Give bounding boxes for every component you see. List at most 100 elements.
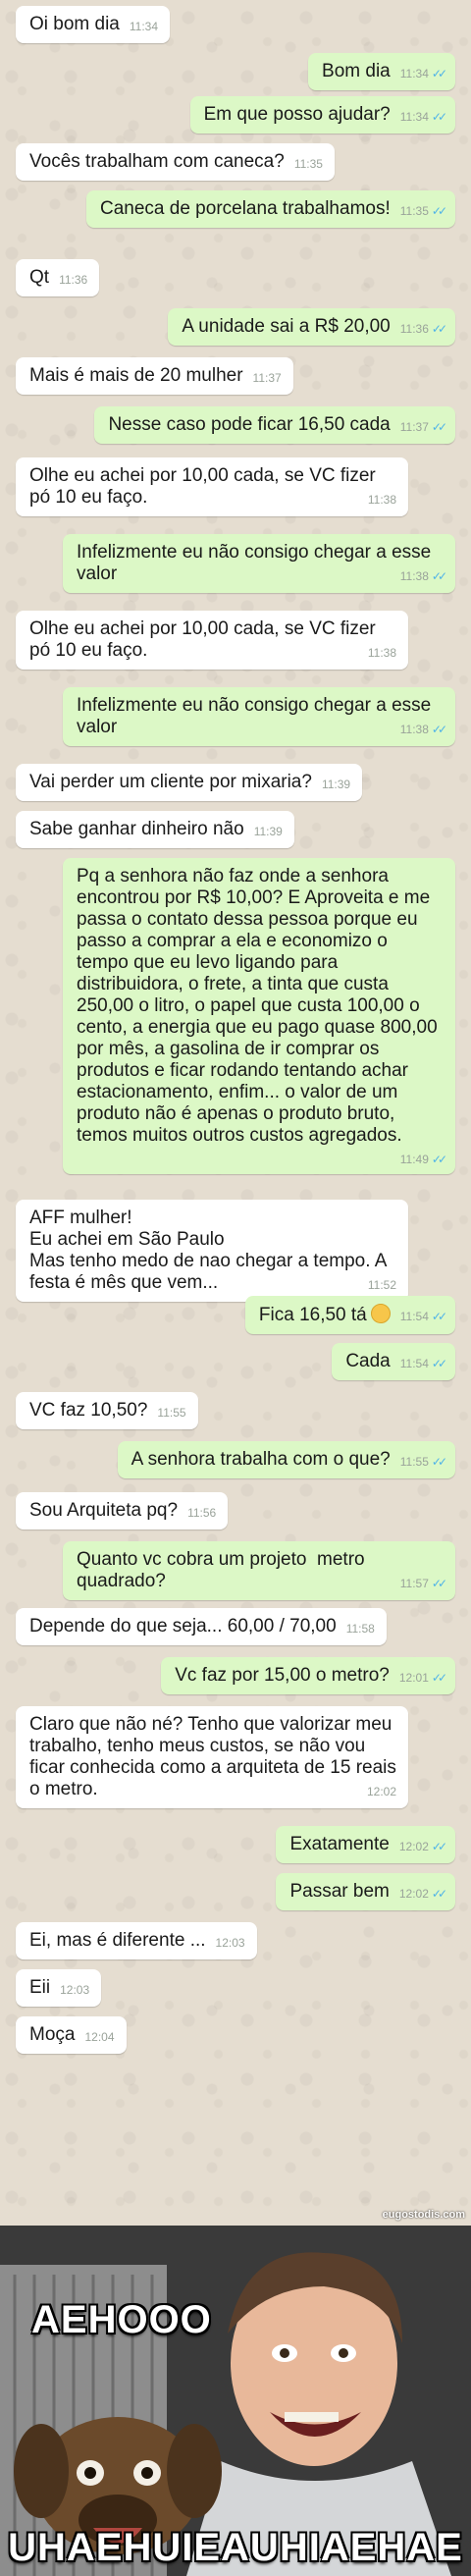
incoming-bubble[interactable]: Vai perder um cliente por mixaria? 11:39 [16, 764, 363, 801]
message-text: Fica 16,50 tá [258, 1305, 367, 1325]
outgoing-bubble[interactable]: Nesse caso pode ficar 16,50 cada 11:37 ✓✓ [94, 406, 455, 444]
outgoing-bubble[interactable]: Passar bem 12:02 ✓✓ [276, 1873, 455, 1910]
dog-ear-right [167, 2424, 222, 2518]
incoming-bubble[interactable]: Vocês trabalham com caneca? 11:35 [16, 143, 335, 181]
message-meta: 11:38 ✓✓ [400, 723, 447, 736]
message-text: Infelizmente eu não consigo chegar a ess… [77, 542, 437, 584]
meme-image: AEHOOO UHAEHUIEAUHIAEHAE [0, 2226, 471, 2576]
message-time: 11:34 [399, 67, 429, 80]
incoming-bubble[interactable]: Ei, mas é diferente ... 12:03 [16, 1922, 257, 1959]
message-meta: 11:36 ✓✓ [399, 322, 447, 336]
outgoing-bubble[interactable]: Cada 11:54 ✓✓ [332, 1343, 455, 1380]
message-time: 11:37 [252, 371, 282, 385]
incoming-message-row: Sabe ganhar dinheiro não 11:39 [0, 811, 471, 848]
message-text: Quanto vc cobra um projeto metro quadrad… [77, 1549, 370, 1591]
outgoing-bubble[interactable]: Exatamente 12:02 ✓✓ [276, 1826, 455, 1863]
message-time: 12:02 [398, 1840, 429, 1853]
read-receipt-icon: ✓✓ [431, 1671, 447, 1685]
outgoing-bubble[interactable]: Fica 16,50 tá 11:54 ✓✓ [244, 1296, 455, 1334]
message-text: A unidade sai a R$ 20,00 [182, 316, 391, 337]
message-meta: 11:49 ✓✓ [399, 1153, 447, 1166]
message-text: Passar bem [289, 1881, 390, 1902]
outgoing-bubble[interactable]: Infelizmente eu não consigo chegar a ess… [63, 687, 455, 746]
incoming-message-row: Eii 12:03 [0, 1969, 471, 2007]
message-meta: 12:03 [216, 1936, 245, 1950]
incoming-bubble[interactable]: VC faz 10,50? 11:55 [16, 1392, 198, 1429]
watermark: eugostodis.com [382, 2209, 465, 2221]
message-time: 11:55 [157, 1406, 186, 1420]
outgoing-bubble[interactable]: Vc faz por 15,00 o metro? 12:01 ✓✓ [161, 1657, 455, 1694]
incoming-bubble[interactable]: Sabe ganhar dinheiro não 11:39 [16, 811, 294, 848]
incoming-bubble[interactable]: Olhe eu achei por 10,00 cada, se VC fize… [16, 611, 408, 670]
outgoing-message-row: Quanto vc cobra um projeto metro quadrad… [0, 1541, 471, 1600]
outgoing-bubble[interactable]: Quanto vc cobra um projeto metro quadrad… [63, 1541, 455, 1600]
read-receipt-icon: ✓✓ [431, 1887, 447, 1901]
message-time: 11:49 [399, 1153, 429, 1166]
incoming-bubble[interactable]: Sou Arquiteta pq? 11:56 [16, 1492, 229, 1530]
message-text: Caneca de porcelana trabalhamos! [100, 198, 391, 219]
message-time: 11:54 [399, 1310, 429, 1323]
read-receipt-icon: ✓✓ [431, 723, 447, 736]
read-receipt-icon: ✓✓ [431, 67, 447, 80]
outgoing-message-row: Bom dia 11:34 ✓✓ [0, 53, 471, 90]
incoming-message-row: Moça 12:04 [0, 2016, 471, 2054]
outgoing-bubble[interactable]: Infelizmente eu não consigo chegar a ess… [63, 534, 455, 593]
message-text: Mais é mais de 20 mulher [29, 365, 243, 386]
message-time: 11:39 [253, 825, 283, 838]
incoming-bubble[interactable]: AFF mulher! Eu achei em São Paulo Mas te… [16, 1200, 408, 1302]
read-receipt-icon: ✓✓ [431, 1455, 447, 1469]
message-text: Sou Arquiteta pq? [29, 1500, 179, 1521]
meme-top-text: AEHOOO [31, 2298, 212, 2341]
outgoing-message-row: A senhora trabalha com o que? 11:55 ✓✓ [0, 1441, 471, 1478]
outgoing-message-row: Em que posso ajudar? 11:34 ✓✓ [0, 96, 471, 134]
read-receipt-icon: ✓✓ [431, 420, 447, 434]
message-time: 11:36 [399, 322, 429, 336]
outgoing-bubble[interactable]: Bom dia 11:34 ✓✓ [308, 53, 455, 90]
read-receipt-icon: ✓✓ [431, 1840, 447, 1853]
outgoing-bubble[interactable]: A senhora trabalha com o que? 11:55 ✓✓ [117, 1441, 455, 1478]
outgoing-bubble[interactable]: Caneca de porcelana trabalhamos! 11:35 ✓✓ [86, 190, 455, 228]
read-receipt-icon: ✓✓ [431, 569, 447, 583]
incoming-bubble[interactable]: Moça 12:04 [16, 2016, 127, 2054]
incoming-bubble[interactable]: Eii 12:03 [16, 1969, 102, 2007]
message-text: Bom dia [322, 61, 391, 81]
incoming-message-row: Vai perder um cliente por mixaria? 11:39 [0, 764, 471, 801]
message-time: 11:36 [59, 273, 88, 287]
outgoing-bubble[interactable]: A unidade sai a R$ 20,00 11:36 ✓✓ [168, 308, 455, 346]
message-text: Olhe eu achei por 10,00 cada, se VC fize… [29, 465, 382, 508]
message-time: 11:35 [399, 204, 429, 218]
message-meta: 11:39 [254, 825, 283, 838]
outgoing-bubble[interactable]: Pq a senhora não faz onde a senhora enco… [63, 858, 455, 1174]
message-text: AFF mulher! Eu achei em São Paulo Mas te… [29, 1208, 387, 1293]
man-teeth [285, 2412, 339, 2422]
outgoing-message-row: Pq a senhora não faz onde a senhora enco… [0, 858, 471, 1174]
message-time: 11:37 [399, 420, 429, 434]
read-receipt-icon: ✓✓ [431, 110, 447, 124]
message-time: 12:01 [398, 1671, 429, 1685]
outgoing-message-row: Infelizmente eu não consigo chegar a ess… [0, 534, 471, 593]
incoming-bubble[interactable]: Qt 11:36 [16, 259, 100, 296]
incoming-bubble[interactable]: Depende do que seja... 60,00 / 70,00 11:5… [16, 1608, 387, 1645]
incoming-bubble[interactable]: Olhe eu achei por 10,00 cada, se VC fize… [16, 457, 408, 516]
message-time: 11:34 [399, 110, 429, 124]
outgoing-message-row: Exatamente 12:02 ✓✓ [0, 1826, 471, 1863]
message-text: Em que posso ajudar? [203, 104, 391, 125]
incoming-message-row: Oi bom dia 11:34 [0, 6, 471, 43]
incoming-bubble[interactable]: Claro que não né? Tenho que valorizar me… [16, 1706, 408, 1808]
message-time: 11:34 [129, 20, 159, 33]
incoming-bubble[interactable]: Mais é mais de 20 mulher 11:37 [16, 357, 293, 395]
message-time: 12:04 [84, 2030, 115, 2044]
message-meta: 12:02 ✓✓ [399, 1887, 447, 1901]
message-text: Exatamente [289, 1834, 390, 1854]
message-meta: 11:57 ✓✓ [400, 1577, 447, 1590]
message-meta: 11:37 [253, 371, 282, 385]
message-time: 12:03 [215, 1936, 245, 1950]
message-text: Vai perder um cliente por mixaria? [29, 772, 312, 792]
incoming-message-row: Qt 11:36 [0, 259, 471, 296]
message-meta: 11:55 [157, 1406, 185, 1420]
incoming-bubble[interactable]: Oi bom dia 11:34 [16, 6, 171, 43]
message-meta: 12:02 ✓✓ [398, 1840, 447, 1853]
outgoing-message-row: A unidade sai a R$ 20,00 11:36 ✓✓ [0, 308, 471, 346]
outgoing-bubble[interactable]: Em que posso ajudar? 11:34 ✓✓ [189, 96, 455, 134]
incoming-message-row: Vocês trabalham com caneca? 11:35 [0, 143, 471, 181]
